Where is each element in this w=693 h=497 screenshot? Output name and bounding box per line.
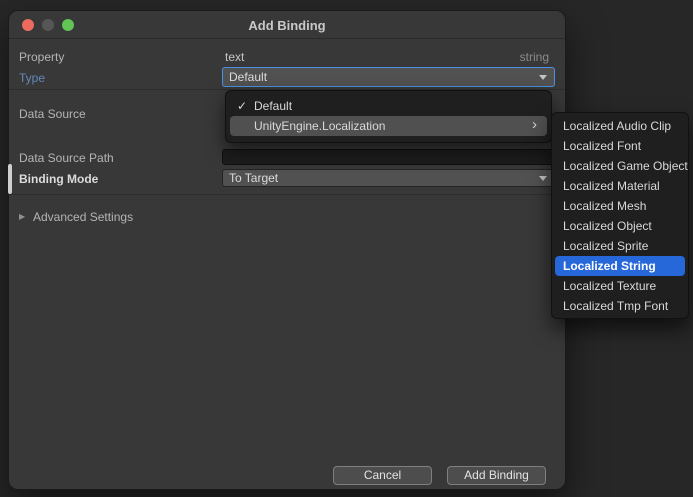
data-source-path-label: Data Source Path: [19, 151, 114, 165]
menu-item-label: Default: [254, 99, 293, 113]
submenu-item-localized-string[interactable]: Localized String: [555, 256, 685, 276]
binding-mode-value: To Target: [229, 171, 279, 185]
advanced-settings-label[interactable]: Advanced Settings: [33, 210, 133, 224]
desktop-background: Add Binding Property text string Type De…: [0, 0, 693, 497]
checkmark-icon: ✓: [237, 99, 248, 113]
type-dropdown-menu: ✓ Default UnityEngine.Localization ›: [225, 90, 552, 143]
property-type-hint: string: [519, 50, 549, 64]
type-dropdown[interactable]: Default: [222, 67, 555, 87]
property-value: text: [225, 50, 245, 64]
binding-mode-dropdown[interactable]: To Target: [222, 169, 555, 187]
dropdown-arrow-icon: [539, 75, 547, 80]
submenu-item-localized-tmp-font[interactable]: Localized Tmp Font: [555, 296, 685, 316]
type-dropdown-value: Default: [229, 70, 268, 84]
binding-mode-label: Binding Mode: [19, 172, 99, 186]
submenu-item-localized-sprite[interactable]: Localized Sprite: [555, 236, 685, 256]
add-binding-button[interactable]: Add Binding: [447, 466, 546, 485]
type-label: Type: [19, 71, 46, 85]
disclosure-triangle-icon[interactable]: ▶: [19, 212, 25, 221]
window-title: Add Binding: [248, 18, 326, 33]
menu-item-unityengine-localization[interactable]: UnityEngine.Localization ›: [230, 116, 547, 136]
submenu-item-localized-mesh[interactable]: Localized Mesh: [555, 196, 685, 216]
submenu-item-localized-game-object[interactable]: Localized Game Object: [555, 156, 688, 176]
menu-item-default[interactable]: ✓ Default: [230, 96, 547, 116]
property-label: Property: [19, 50, 65, 64]
divider: [9, 194, 565, 195]
cancel-button[interactable]: Cancel: [333, 466, 432, 485]
localization-submenu: Localized Audio Clip Localized Font Loca…: [551, 112, 689, 319]
data-source-label: Data Source: [19, 107, 86, 121]
add-binding-dialog: Add Binding Property text string Type De…: [8, 10, 566, 490]
menu-item-label: UnityEngine.Localization: [254, 119, 386, 133]
submenu-chevron-icon: ›: [532, 116, 537, 133]
data-source-path-input[interactable]: [222, 149, 555, 165]
submenu-item-localized-material[interactable]: Localized Material: [555, 176, 685, 196]
focus-edge-indicator: [8, 164, 12, 194]
submenu-item-localized-font[interactable]: Localized Font: [555, 136, 685, 156]
submenu-item-localized-texture[interactable]: Localized Texture: [555, 276, 685, 296]
title-bar[interactable]: Add Binding: [9, 11, 565, 39]
dropdown-arrow-icon: [539, 176, 547, 181]
submenu-item-localized-object[interactable]: Localized Object: [555, 216, 685, 236]
submenu-item-localized-audio-clip[interactable]: Localized Audio Clip: [555, 116, 685, 136]
